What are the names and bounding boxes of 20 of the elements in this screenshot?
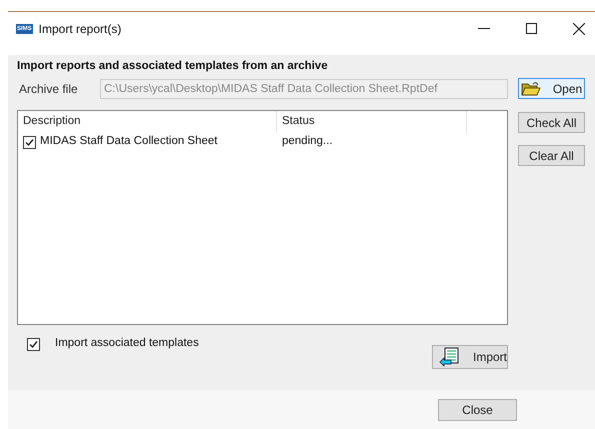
folder-icon (520, 80, 541, 96)
row-checkbox[interactable] (23, 136, 36, 148)
close-icon[interactable] (573, 22, 585, 34)
side-button[interactable]: Clear All (518, 145, 585, 166)
close-button[interactable]: Close (438, 398, 517, 420)
section-heading: Import reports and associated templates from an archive (17, 59, 329, 73)
open-button[interactable]: Open (518, 78, 585, 99)
column-header: Description (18, 111, 277, 133)
window-title: Import report(s) (38, 20, 122, 38)
side-button[interactable]: Check All (518, 112, 585, 133)
minimize-icon[interactable] (478, 28, 490, 30)
table-cell-text: pending... (281, 134, 333, 150)
table-cell-text: MIDAS Staff Data Collection Sheet (40, 134, 218, 150)
import-icon (439, 347, 461, 367)
checkbox[interactable] (27, 338, 40, 350)
checkbox-label: Import associated templates (55, 336, 199, 352)
column-header: Status (277, 111, 467, 133)
import-button[interactable]: Import (432, 345, 508, 369)
maximize-icon[interactable] (526, 23, 537, 34)
field-label: Archive file (19, 81, 79, 98)
